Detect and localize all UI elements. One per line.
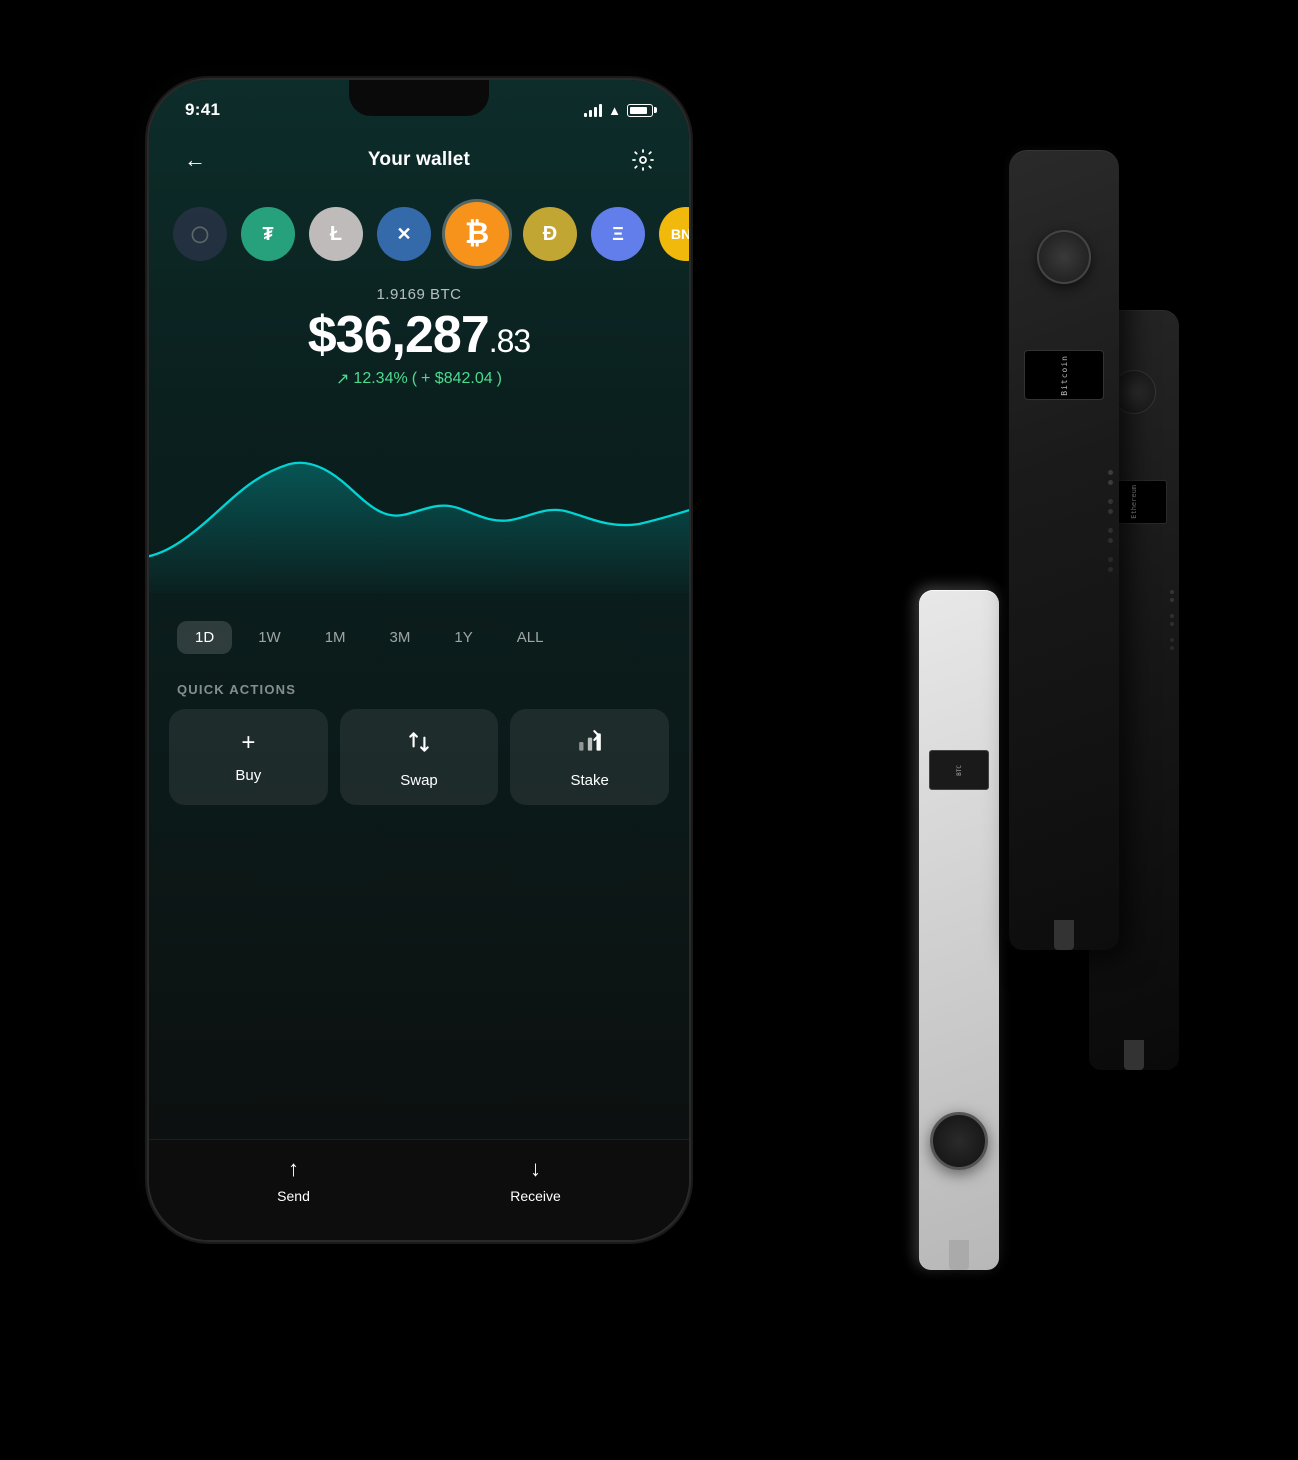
coin-unknown[interactable]: ◯: [173, 207, 227, 261]
back-button[interactable]: ←: [177, 142, 213, 178]
phone-screen: 9:41 ▲ ← Your wallet: [149, 80, 689, 1240]
time-btn-3m[interactable]: 3M: [372, 621, 429, 654]
ledger-nano-s-screen: BTC: [929, 750, 989, 790]
ledger-nano-s-screen-text: BTC: [956, 765, 963, 776]
bottom-bar: ↑ Send ↓ Receive: [149, 1139, 689, 1240]
buy-icon: +: [241, 729, 255, 757]
status-time: 9:41: [185, 100, 220, 120]
receive-icon: ↓: [530, 1156, 541, 1182]
ledger-nano-x2-screen-text: Ethereum: [1130, 485, 1138, 519]
ledger-top-button: [1037, 230, 1091, 284]
change-usd-value: + $842.04: [421, 370, 493, 388]
signal-icon: [584, 103, 602, 117]
buy-button[interactable]: + Buy: [169, 709, 328, 805]
time-btn-1d[interactable]: 1D: [177, 621, 232, 654]
receive-label: Receive: [510, 1188, 561, 1204]
ledger-nano-x2-usb: [1124, 1040, 1144, 1070]
usd-whole: $36,287: [308, 306, 489, 364]
stake-icon: [577, 729, 603, 762]
gear-icon: [631, 148, 655, 172]
coin-usdt[interactable]: ₮: [241, 207, 295, 261]
chart-area: [149, 409, 689, 609]
wifi-icon: ▲: [608, 103, 621, 118]
coin-scroll: ◯ ₮ Ł ✕ ₿ Ð Ξ: [149, 194, 689, 282]
swap-label: Swap: [400, 772, 438, 789]
send-label: Send: [277, 1188, 310, 1204]
coin-doge[interactable]: Ð: [523, 207, 577, 261]
send-icon: ↑: [288, 1156, 299, 1182]
battery-icon: [627, 104, 653, 117]
swap-button[interactable]: Swap: [340, 709, 499, 805]
scene: 9:41 ▲ ← Your wallet: [99, 30, 1199, 1430]
change-percent: 12.34%: [353, 370, 407, 388]
stake-button[interactable]: Stake: [510, 709, 669, 805]
coin-xrp[interactable]: ✕: [377, 207, 431, 261]
coin-eth[interactable]: Ξ: [591, 207, 645, 261]
change-usd: (: [412, 370, 417, 388]
phone: 9:41 ▲ ← Your wallet: [149, 80, 689, 1240]
ledger-nano-x-usb: [1054, 920, 1074, 950]
settings-button[interactable]: [625, 142, 661, 178]
usd-price: $36,287.83: [177, 309, 661, 361]
ledger-nano-x: Bitcoin: [1009, 150, 1119, 950]
price-change: ↗ 12.34% ( + $842.04 ): [177, 369, 661, 389]
stake-label: Stake: [571, 772, 609, 789]
ledger-nano-x-screen: Bitcoin: [1024, 350, 1104, 400]
coin-bnb[interactable]: BNB: [659, 207, 689, 261]
time-selector: 1D 1W 1M 3M 1Y ALL: [149, 609, 689, 674]
time-btn-1y[interactable]: 1Y: [436, 621, 490, 654]
arrow-up-icon: ↗: [336, 369, 349, 389]
ledger-nano-x-screen-text: Bitcoin: [1060, 355, 1069, 396]
page-title: Your wallet: [368, 149, 470, 171]
price-chart: [149, 409, 689, 593]
time-btn-1w[interactable]: 1W: [240, 621, 299, 654]
ledger-nano-s: BTC: [919, 590, 999, 1270]
ledger-nano-s-usb: [949, 1240, 969, 1270]
receive-button[interactable]: ↓ Receive: [510, 1156, 561, 1204]
time-btn-all[interactable]: ALL: [499, 621, 562, 654]
status-icons: ▲: [584, 103, 653, 118]
buy-label: Buy: [235, 767, 261, 784]
usd-cents: .83: [489, 323, 530, 359]
notch: [349, 80, 489, 116]
swap-icon: [406, 729, 432, 762]
btc-amount: 1.9169 BTC: [177, 286, 661, 303]
ledger-nano-s-button: [930, 1112, 988, 1170]
send-button[interactable]: ↑ Send: [277, 1156, 310, 1204]
coin-ltc[interactable]: Ł: [309, 207, 363, 261]
actions-row: + Buy Swap: [149, 709, 689, 829]
quick-actions-label: QUICK ACTIONS: [149, 674, 689, 709]
app-header: ← Your wallet: [149, 132, 689, 194]
time-btn-1m[interactable]: 1M: [307, 621, 364, 654]
price-area: 1.9169 BTC $36,287.83 ↗ 12.34% ( + $842.…: [149, 282, 689, 409]
coin-btc-selected[interactable]: ₿: [445, 202, 509, 266]
